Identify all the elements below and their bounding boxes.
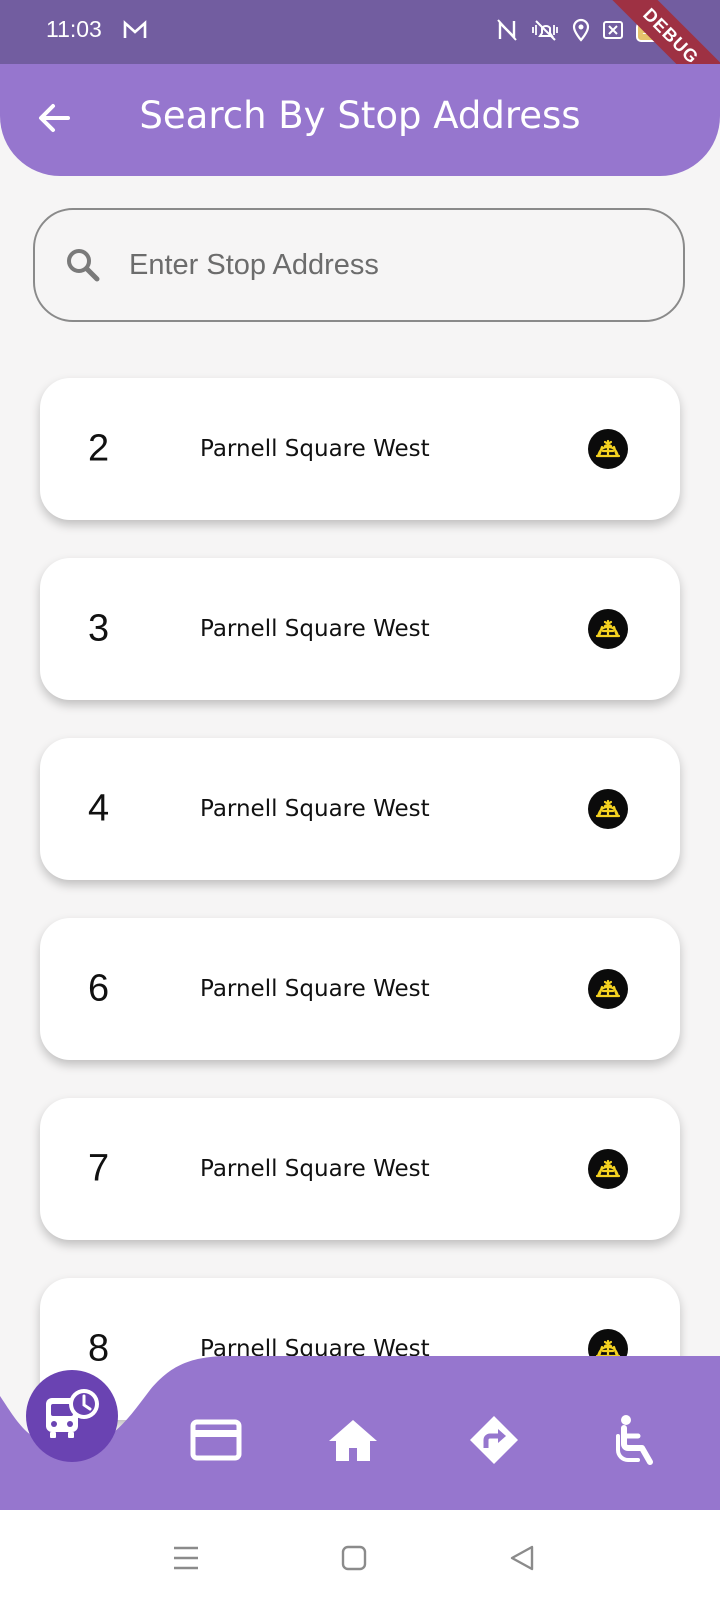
nav-accessibility-button[interactable] bbox=[606, 1412, 666, 1472]
status-bar: 11:03 100 bbox=[0, 0, 720, 64]
stop-address: Parnell Square West bbox=[200, 436, 430, 462]
home-system-button[interactable] bbox=[334, 1540, 374, 1580]
square-icon bbox=[341, 1545, 367, 1575]
nfc-icon bbox=[496, 18, 518, 46]
nav-directions-button[interactable] bbox=[464, 1412, 524, 1472]
app-bar: Search By Stop Address bbox=[0, 64, 720, 176]
dublin-bus-logo-icon bbox=[588, 789, 628, 829]
location-icon bbox=[572, 18, 590, 46]
stop-address: Parnell Square West bbox=[200, 1156, 430, 1182]
home-icon bbox=[327, 1417, 379, 1467]
directions-icon bbox=[468, 1414, 520, 1470]
dublin-bus-logo-icon bbox=[588, 609, 628, 649]
bus-schedule-icon bbox=[42, 1386, 102, 1446]
dublin-bus-logo-icon bbox=[588, 969, 628, 1009]
status-time: 11:03 bbox=[46, 16, 102, 42]
stop-card[interactable]: 3 Parnell Square West bbox=[40, 558, 680, 700]
accessibility-icon bbox=[612, 1414, 660, 1470]
dublin-bus-logo-icon bbox=[588, 429, 628, 469]
search-input[interactable] bbox=[127, 247, 611, 283]
stop-number: 6 bbox=[88, 967, 110, 1010]
stop-card[interactable]: 7 Parnell Square West bbox=[40, 1098, 680, 1240]
gmail-icon bbox=[122, 19, 148, 45]
system-nav-bar bbox=[0, 1510, 720, 1600]
stop-card[interactable]: 2 Parnell Square West bbox=[40, 378, 680, 520]
muted-vibrate-icon bbox=[530, 18, 560, 46]
card-icon bbox=[190, 1419, 242, 1465]
stop-address: Parnell Square West bbox=[200, 796, 430, 822]
stop-number: 7 bbox=[88, 1147, 110, 1190]
stop-number: 3 bbox=[88, 607, 110, 650]
stop-address: Parnell Square West bbox=[200, 616, 430, 642]
screenshot-blocked-icon bbox=[602, 20, 624, 44]
nav-card-button[interactable] bbox=[186, 1412, 246, 1472]
menu-icon bbox=[172, 1545, 200, 1575]
search-field[interactable] bbox=[33, 208, 685, 322]
nav-home-button[interactable] bbox=[323, 1412, 383, 1472]
back-system-button[interactable] bbox=[502, 1540, 542, 1580]
stop-number: 4 bbox=[88, 787, 110, 830]
stop-number: 2 bbox=[88, 427, 110, 470]
search-icon bbox=[63, 245, 103, 285]
page-title: Search By Stop Address bbox=[139, 94, 581, 137]
back-triangle-icon bbox=[508, 1544, 536, 1576]
recent-apps-button[interactable] bbox=[166, 1540, 206, 1580]
stop-card[interactable]: 4 Parnell Square West bbox=[40, 738, 680, 880]
stop-address: Parnell Square West bbox=[200, 976, 430, 1002]
dublin-bus-logo-icon bbox=[588, 1149, 628, 1189]
stop-card[interactable]: 6 Parnell Square West bbox=[40, 918, 680, 1060]
bus-schedule-button[interactable] bbox=[26, 1370, 118, 1462]
